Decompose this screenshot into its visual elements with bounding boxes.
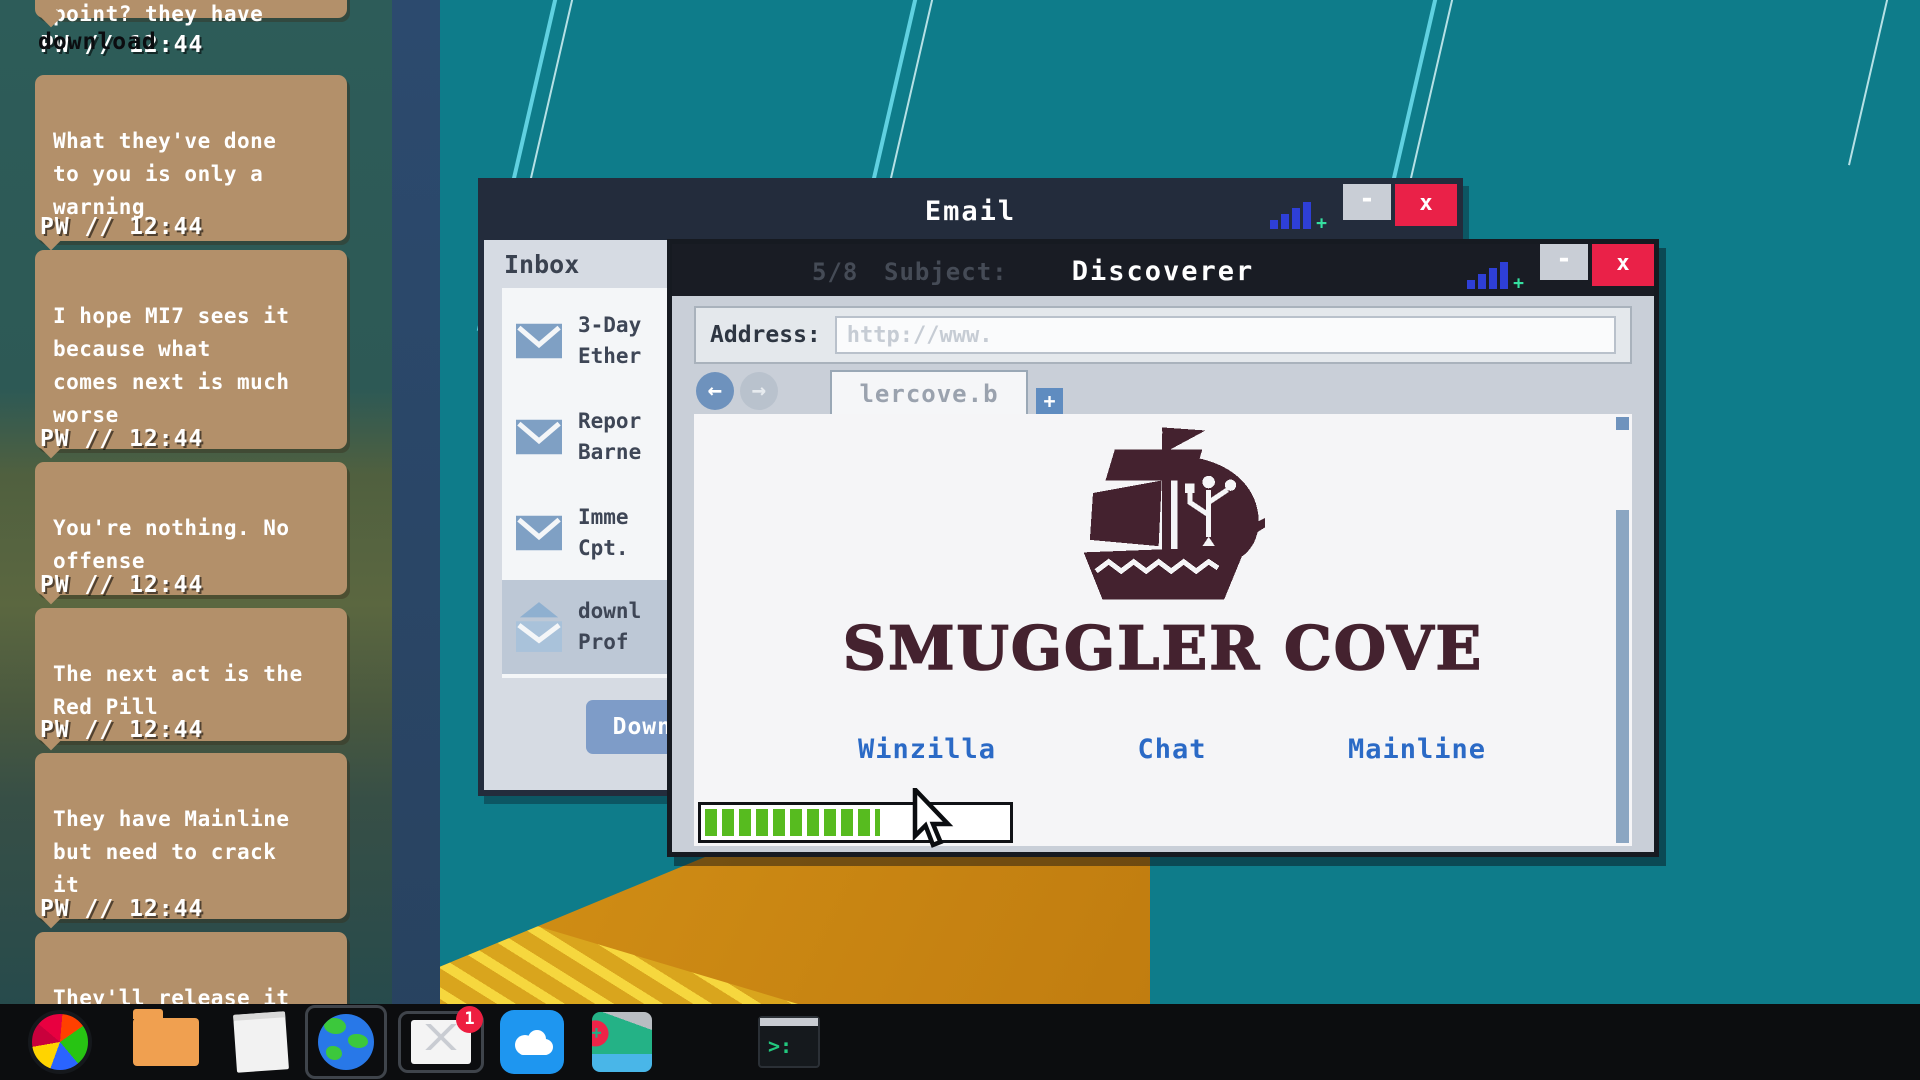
email-subject: Imme bbox=[578, 505, 629, 529]
chat-message-text: What they've done to you is only a warni… bbox=[53, 129, 276, 219]
progress-fill bbox=[705, 809, 880, 836]
link-chat[interactable]: Chat bbox=[1137, 734, 1206, 765]
address-input[interactable] bbox=[835, 316, 1616, 354]
email-subject-label: Subject: bbox=[884, 258, 1008, 286]
terminal-prompt: >: bbox=[768, 1034, 792, 1058]
site-links: Winzilla Chat Mainline bbox=[858, 734, 1486, 765]
inbox-label: Inbox bbox=[504, 250, 579, 279]
email-window-title: Email bbox=[484, 196, 1457, 227]
chat-message-text: point? they have bbox=[53, 2, 263, 26]
mouse-cursor bbox=[912, 788, 954, 848]
address-bar: Address: bbox=[694, 306, 1632, 364]
chat-bubble: point? they have bbox=[35, 0, 347, 18]
terminal-icon[interactable]: >: bbox=[758, 1016, 820, 1068]
forward-button[interactable]: → bbox=[740, 372, 778, 410]
email-titlebar[interactable]: Email + - x bbox=[484, 184, 1457, 240]
cloud-app-icon[interactable] bbox=[500, 1010, 564, 1074]
chat-panel-band bbox=[392, 0, 440, 1080]
chat-timestamp: PW // 12:44 bbox=[40, 572, 203, 598]
taskbar: 1 >: bbox=[0, 1004, 1920, 1080]
globe-browser-icon[interactable] bbox=[305, 1005, 387, 1079]
browser-window: Discoverer 5/8 Subject: + - x Address: ←… bbox=[667, 239, 1659, 857]
mail-app-icon[interactable]: 1 bbox=[398, 1011, 484, 1073]
unread-badge: 1 bbox=[456, 1006, 483, 1033]
folder-icon[interactable] bbox=[133, 1018, 199, 1066]
chat-panel: point? they have PW // 12:44 download Wh… bbox=[0, 0, 440, 1080]
page-content: SMUGGLER COVE Winzilla Chat Mainline bbox=[694, 414, 1632, 846]
open-envelope-icon bbox=[516, 602, 562, 652]
chat-message-text: The next act is the Red Pill bbox=[53, 662, 303, 719]
email-sender: Barne bbox=[578, 440, 641, 464]
envelope-icon bbox=[516, 419, 562, 455]
email-subject: Repor bbox=[578, 409, 641, 433]
browser-titlebar[interactable]: Discoverer 5/8 Subject: + - x bbox=[672, 244, 1654, 296]
link-winzilla[interactable]: Winzilla bbox=[858, 734, 996, 765]
email-sender: Ether bbox=[578, 344, 641, 368]
pirate-ship-logo bbox=[1068, 420, 1268, 616]
link-mainline[interactable]: Mainline bbox=[1348, 734, 1486, 765]
chat-message-text: They have Mainline but need to crack it bbox=[53, 807, 290, 897]
chat-timestamp: PW // 12:44 bbox=[40, 896, 203, 922]
scroll-top-button[interactable] bbox=[1616, 417, 1629, 430]
address-label: Address: bbox=[710, 322, 821, 348]
chat-bubble: I hope MI7 sees it because what comes ne… bbox=[35, 250, 347, 449]
email-subject: 3-Day bbox=[578, 313, 641, 337]
chat-message-text: I hope MI7 sees it because what comes ne… bbox=[53, 304, 290, 427]
chat-timestamp: PW // 12:44 bbox=[40, 717, 203, 743]
back-button[interactable]: ← bbox=[696, 372, 734, 410]
download-overlay-label: download bbox=[38, 29, 157, 55]
chat-bubble: They have Mainline but need to crack it bbox=[35, 753, 347, 919]
email-sender: Prof bbox=[578, 630, 629, 654]
chat-timestamp: PW // 12:44 bbox=[40, 426, 203, 452]
chat-timestamp: PW // 12:44 bbox=[40, 214, 203, 240]
notepad-icon[interactable] bbox=[235, 1013, 287, 1071]
envelope-icon bbox=[516, 323, 562, 359]
email-counter: 5/8 bbox=[812, 258, 858, 286]
download-progress-bar bbox=[698, 802, 1013, 843]
browser-tab[interactable]: lercove.b bbox=[830, 370, 1028, 416]
email-sender: Cpt. bbox=[578, 536, 629, 560]
new-tab-button[interactable]: + bbox=[1036, 388, 1063, 415]
browser-pinwheel-icon[interactable] bbox=[28, 1010, 92, 1074]
desktop: point? they have PW // 12:44 download Wh… bbox=[0, 0, 1920, 1080]
chat-message-text: You're nothing. No offense bbox=[53, 516, 290, 573]
email-subject: downl bbox=[578, 599, 641, 623]
site-title: SMUGGLER COVE bbox=[694, 614, 1632, 684]
map-app-icon[interactable] bbox=[592, 1012, 652, 1072]
envelope-icon bbox=[516, 515, 562, 551]
